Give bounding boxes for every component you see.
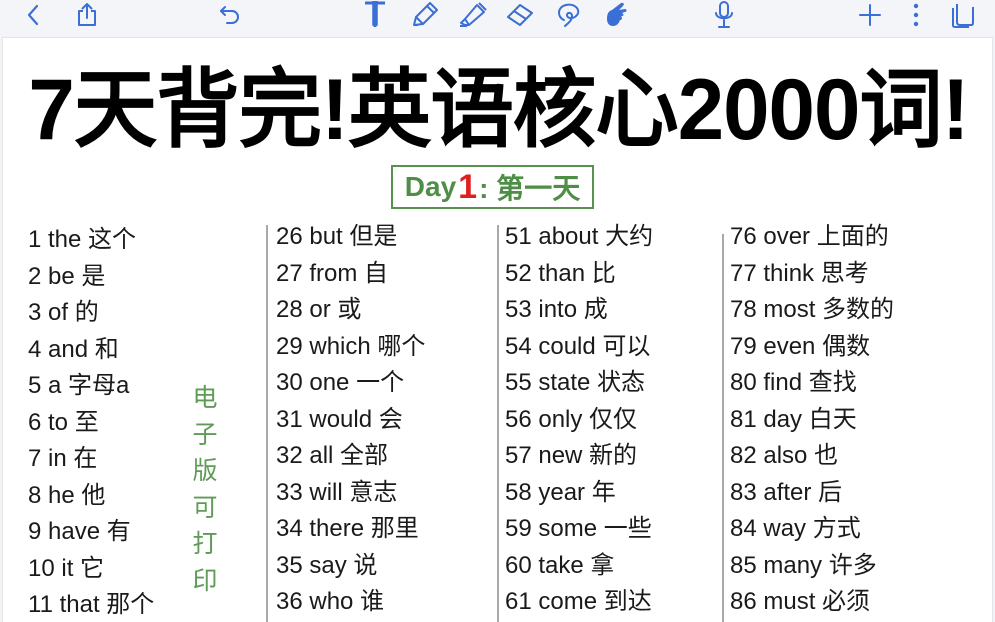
word-entry: 4 and 和 (28, 335, 119, 363)
share-icon (78, 3, 96, 26)
word-entry: 5 a 字母a (28, 372, 130, 399)
add-page-button[interactable] (855, 0, 885, 30)
word-entry: 52 than 比 (505, 259, 616, 287)
eraser-icon (507, 4, 533, 26)
word-entry: 55 state 状态 (505, 369, 646, 396)
lasso-tool-button[interactable] (553, 0, 585, 30)
word-entry: 29 which 哪个 (276, 332, 426, 360)
word-entry: 79 even 偶数 (730, 332, 871, 360)
column-divider (722, 234, 724, 622)
chevron-left-icon (27, 4, 39, 26)
word-entry: 7 in 在 (28, 445, 98, 472)
word-entry: 27 from 自 (276, 259, 389, 287)
share-button[interactable] (72, 0, 102, 30)
word-entry: 8 he 他 (28, 481, 106, 509)
word-entry: 3 of 的 (28, 299, 99, 326)
word-entry: 51 about 大约 (505, 223, 654, 250)
day-label: Day 1 : 第一天 (391, 165, 594, 209)
column-divider (497, 225, 499, 622)
word-entry: 32 all 全部 (276, 442, 389, 469)
word-entry: 34 there 那里 (276, 515, 419, 542)
word-entry: 76 over 上面的 (730, 223, 889, 250)
word-entry: 31 would 会 (276, 405, 403, 433)
document-title: 7天背完!英语核心2000词! (28, 62, 969, 158)
printable-note-char: 打 (192, 530, 218, 558)
pen-icon (413, 2, 438, 26)
word-entry: 57 new 新的 (505, 442, 638, 469)
word-entry: 80 find 查找 (730, 369, 857, 396)
word-entry: 82 also 也 (730, 442, 839, 469)
pen-tool-button[interactable] (408, 0, 442, 30)
word-entry: 2 be 是 (28, 262, 106, 290)
word-entry: 60 take 拿 (505, 551, 615, 579)
text-cursor-icon (365, 1, 385, 27)
word-entry: 1 the 这个 (28, 226, 137, 253)
undo-icon (220, 6, 239, 24)
more-options-button[interactable] (906, 0, 926, 30)
word-entry: 56 only 仅仅 (505, 405, 638, 433)
highlighter-tool-button[interactable] (455, 0, 489, 30)
word-entry: 77 think 思考 (730, 259, 869, 287)
printable-note-char: 电 (192, 384, 218, 412)
word-entry: 59 some 一些 (505, 515, 652, 542)
printable-note-char: 印 (192, 566, 218, 595)
word-entry: 28 or 或 (276, 296, 362, 323)
text-tool-button[interactable] (360, 0, 390, 30)
pages-button[interactable] (948, 0, 978, 30)
word-entry: 86 must 必须 (730, 588, 871, 615)
word-column-4: 76 over 上面的 77 think 思考 78 most 多数的 79 e… (730, 219, 894, 621)
printable-note-char: 子 (192, 420, 218, 449)
undo-button[interactable] (215, 0, 245, 30)
microphone-icon (715, 1, 733, 28)
eraser-tool-button[interactable] (503, 0, 537, 30)
lasso-icon (558, 3, 580, 27)
word-entry: 58 year 年 (505, 478, 616, 506)
pages-icon (952, 4, 974, 28)
more-vertical-icon (913, 3, 919, 27)
word-entry: 30 one 一个 (276, 369, 405, 396)
microphone-button[interactable] (710, 0, 738, 30)
word-entry: 10 it 它 (28, 554, 105, 582)
printable-note-char: 版 (192, 457, 218, 485)
document-page[interactable]: 7天背完!英语核心2000词! Day 1 : 第一天 1 the 这个 2 b… (2, 37, 993, 622)
hand-pointer-icon (607, 2, 627, 27)
highlighter-icon (460, 2, 487, 27)
word-entry: 78 most 多数的 (730, 296, 895, 323)
word-entry: 26 but 但是 (276, 223, 398, 250)
word-column-2: 26 but 但是 27 from 自 28 or 或 29 which 哪个 … (276, 219, 425, 621)
word-column-3: 51 about 大约 52 than 比 53 into 成 54 could… (505, 219, 653, 621)
hand-tool-button[interactable] (600, 0, 634, 30)
back-button[interactable] (20, 0, 46, 30)
printable-note-char: 可 (192, 493, 218, 522)
word-entry: 11 that 那个 (28, 591, 155, 618)
printable-note: 电 子 版 可 打 印 (190, 380, 220, 599)
word-entry: 6 to 至 (28, 408, 99, 436)
word-entry: 33 will 意志 (276, 478, 398, 506)
word-entry: 36 who 谁 (276, 588, 385, 615)
day-label-suffix: : 第一天 (479, 173, 581, 204)
word-column-1: 1 the 这个 2 be 是 3 of 的 4 and 和 5 a 字母a 6… (28, 222, 154, 622)
word-entry: 61 come 到达 (505, 588, 652, 615)
word-entry: 83 after 后 (730, 478, 843, 506)
day-label-prefix: Day (404, 171, 457, 202)
column-divider (266, 225, 268, 622)
word-entry: 54 could 可以 (505, 332, 651, 360)
word-entry: 85 many 许多 (730, 551, 877, 579)
app-toolbar (0, 0, 995, 36)
day-label-number: 1 (458, 167, 478, 206)
word-entry: 81 day 白天 (730, 405, 857, 433)
word-entry: 9 have 有 (28, 518, 131, 545)
plus-icon (859, 4, 881, 26)
word-entry: 84 way 方式 (730, 515, 861, 542)
word-entry: 53 into 成 (505, 296, 608, 323)
word-entry: 35 say 说 (276, 551, 378, 579)
